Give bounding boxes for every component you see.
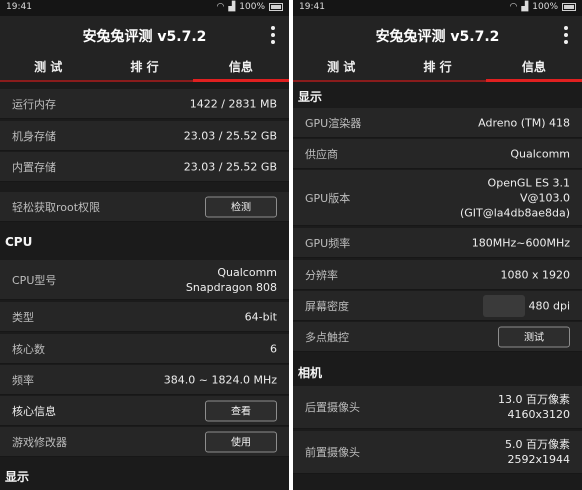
list-item-arch: 类型 64-bit [0, 302, 289, 332]
row-label: 前置摄像头 [305, 446, 360, 459]
row-label: GPU渲染器 [305, 116, 362, 130]
section-display: 显示 [0, 462, 289, 488]
test-multitouch-button[interactable]: 测试 [498, 326, 570, 347]
row-label: 游戏修改器 [12, 435, 67, 449]
row-label: 分辨率 [305, 268, 338, 282]
row-value: 13.0 百万像素 4160x3120 [498, 393, 570, 421]
row-label: 屏幕密度 [305, 299, 349, 313]
battery-icon [269, 3, 283, 11]
row-value: 384.0 ~ 1824.0 MHz [163, 373, 277, 386]
app-title: 安兔兔评测 v5.7.2 [82, 29, 207, 45]
row-label: 机身存储 [12, 129, 56, 143]
row-label: GPU版本 [305, 191, 351, 205]
row-value: 64-bit [244, 310, 277, 323]
list-item-game-modifier: 游戏修改器 使用 [0, 427, 289, 457]
right-screen: 19:41 ◠ ▟ 100% 安兔兔评测 v5.7.2 测 试 排 行 信息 显… [293, 0, 582, 490]
battery-percent: 100% [239, 2, 265, 12]
row-label: 内置存储 [12, 160, 56, 174]
list-item-ram: 运行内存 1422 / 2831 MB [0, 89, 289, 119]
more-menu-icon[interactable] [271, 26, 275, 46]
row-label: 类型 [12, 310, 34, 324]
row-label: 核心信息 [12, 404, 56, 418]
tab-test[interactable]: 测 试 [0, 54, 96, 80]
list-item-gpu-frequency: GPU频率 180MHz~600MHz [293, 228, 582, 258]
row-label: 轻松获取root权限 [12, 200, 101, 214]
row-label: 核心数 [12, 342, 45, 356]
status-icons: ◠ ▟ 100% [216, 2, 283, 12]
row-value: 23.03 / 25.52 GB [183, 160, 277, 173]
use-game-modifier-button[interactable]: 使用 [205, 431, 277, 452]
app-bar: 安兔兔评测 v5.7.2 [293, 16, 582, 54]
row-value: 5.0 百万像素 2592x1944 [505, 438, 570, 466]
list-item-gpu-version: GPU版本 OpenGL ES 3.1 V@103.0 (GIT@la4db8a… [293, 170, 582, 226]
app-title: 安兔兔评测 v5.7.2 [375, 29, 500, 45]
list-item-cores: 核心数 6 [0, 334, 289, 364]
row-label: GPU频率 [305, 236, 351, 250]
more-menu-icon[interactable] [564, 26, 568, 46]
section-title: CPU [5, 235, 33, 249]
row-value: OpenGL ES 3.1 V@103.0 (GIT@la4db8ae8da) [459, 176, 570, 219]
section-cpu: CPU [0, 229, 289, 255]
status-bar: 19:41 ◠ ▟ 100% [293, 0, 582, 16]
wifi-icon: ◠ [509, 2, 518, 12]
list-item-multitouch: 多点触控 测试 [293, 322, 582, 352]
list-item-storage: 机身存储 23.03 / 25.52 GB [0, 121, 289, 151]
row-label: 运行内存 [12, 97, 56, 111]
list-item-front-camera: 前置摄像头 5.0 百万像素 2592x1944 [293, 431, 582, 474]
status-bar: 19:41 ◠ ▟ 100% [0, 0, 289, 16]
status-time: 19:41 [299, 2, 325, 12]
tab-ranking[interactable]: 排 行 [96, 54, 192, 80]
tab-bar: 测 试 排 行 信息 [0, 54, 289, 82]
list-item-root: 轻松获取root权限 检测 [0, 192, 289, 222]
tab-test[interactable]: 测 试 [293, 54, 389, 80]
section-camera: 相机 [293, 358, 582, 384]
signal-icon: ▟ [521, 2, 529, 12]
row-value: 6 [270, 342, 277, 355]
list-item-resolution: 分辨率 1080 x 1920 [293, 260, 582, 290]
section-title: 相机 [298, 366, 323, 380]
check-root-button[interactable]: 检测 [205, 196, 277, 217]
info-list: 运行内存 1422 / 2831 MB 机身存储 23.03 / 25.52 G… [0, 82, 289, 490]
row-label: 供应商 [305, 147, 338, 161]
list-item-gpu-renderer: GPU渲染器 Adreno (TM) 418 [293, 108, 582, 138]
row-value: 1080 x 1920 [500, 268, 571, 281]
status-time: 19:41 [6, 2, 32, 12]
section-title: 显示 [298, 90, 323, 104]
row-value: Qualcomm Snapdragon 808 [185, 265, 277, 294]
info-list: 显示 GPU渲染器 Adreno (TM) 418 供应商 Qualcomm G… [293, 82, 582, 490]
row-value: Adreno (TM) 418 [478, 116, 570, 129]
tab-ranking[interactable]: 排 行 [389, 54, 485, 80]
row-label: CPU型号 [12, 273, 57, 287]
status-icons: ◠ ▟ 100% [509, 2, 576, 12]
app-bar: 安兔兔评测 v5.7.2 [0, 16, 289, 54]
list-item-internal-storage: 内置存储 23.03 / 25.52 GB [0, 152, 289, 182]
list-item-core-info: 核心信息 查看 [0, 396, 289, 426]
row-label: 多点触控 [305, 330, 349, 344]
battery-percent: 100% [532, 2, 558, 12]
tab-info[interactable]: 信息 [485, 54, 582, 82]
row-label: 频率 [12, 373, 34, 387]
tab-bar: 测 试 排 行 信息 [293, 54, 582, 82]
list-item-rear-camera: 后置摄像头 13.0 百万像素 4160x3120 [293, 386, 582, 429]
row-value: 23.03 / 25.52 GB [183, 129, 277, 142]
row-value: Qualcomm [510, 147, 570, 160]
battery-icon [562, 3, 576, 11]
blurred-region [483, 295, 525, 317]
left-screen: 19:41 ◠ ▟ 100% 安兔兔评测 v5.7.2 测 试 排 行 信息 运… [0, 0, 289, 490]
row-label: 后置摄像头 [305, 401, 360, 414]
list-item-cpu-model: CPU型号 Qualcomm Snapdragon 808 [0, 260, 289, 300]
row-value: 480 dpi [528, 299, 570, 312]
section-display: 显示 [293, 82, 582, 108]
list-item-vendor: 供应商 Qualcomm [293, 139, 582, 169]
view-core-info-button[interactable]: 查看 [205, 400, 277, 421]
row-value: 180MHz~600MHz [471, 236, 570, 249]
signal-icon: ▟ [228, 2, 236, 12]
list-item-frequency: 频率 384.0 ~ 1824.0 MHz [0, 365, 289, 395]
section-title: 显示 [5, 470, 30, 484]
list-item-density: 屏幕密度 480 dpi [293, 291, 582, 321]
row-value: 1422 / 2831 MB [189, 97, 277, 110]
tab-info[interactable]: 信息 [192, 54, 289, 82]
wifi-icon: ◠ [216, 2, 225, 12]
